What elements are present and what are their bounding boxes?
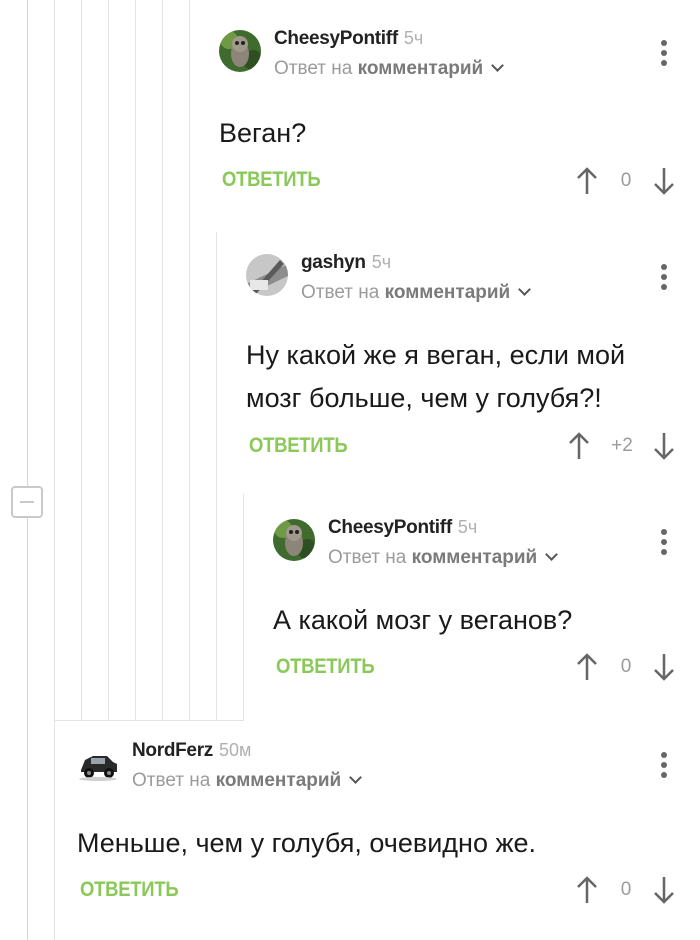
comment-author[interactable]: CheesyPontiff 5ч (274, 28, 423, 50)
reply-to-link[interactable]: Ответ на комментарий (274, 58, 505, 80)
comment-time: 5ч (403, 28, 424, 48)
reply-to-prefix: Ответ на (328, 547, 407, 568)
comment-text: Веган? (219, 112, 306, 155)
thread-line (54, 0, 55, 720)
thread-line (81, 0, 82, 720)
collapse-thread-button[interactable] (11, 486, 43, 518)
reply-to-link[interactable]: Ответ на комментарий (132, 770, 363, 792)
comment-time: 5ч (371, 252, 392, 272)
author-name[interactable]: CheesyPontiff (274, 28, 398, 49)
reply-to-prefix: Ответ на (274, 58, 353, 79)
comment-text-line: Меньше, чем у голубя, очевидно же. (77, 828, 537, 858)
more-vertical-icon[interactable] (660, 752, 668, 780)
vote-score: 0 (620, 879, 632, 900)
reply-to-target[interactable]: комментарий (412, 547, 538, 568)
reply-button[interactable]: ОТВЕТИТЬ (80, 878, 179, 902)
arrow-up-icon[interactable] (575, 652, 599, 682)
photo-avatar-icon (246, 254, 288, 296)
comment: CheesyPontiff 5ч Ответ на комментарий Вег… (219, 28, 689, 200)
thread-line (243, 494, 244, 720)
reply-button[interactable]: ОТВЕТИТЬ (276, 655, 375, 679)
vote-score: 0 (620, 656, 632, 677)
chevron-down-icon[interactable] (545, 548, 559, 561)
thread-line (189, 0, 190, 720)
comment-author[interactable]: CheesyPontiff 5ч (328, 517, 477, 539)
arrow-down-icon[interactable] (652, 652, 676, 682)
vote-score: +2 (611, 435, 633, 456)
comment: NordFerz 50м Ответ на комментарий Меньше,… (77, 740, 690, 912)
more-vertical-icon[interactable] (660, 529, 668, 557)
reply-to-prefix: Ответ на (301, 282, 380, 303)
comment-text: Ну какой же я веган, если мой мозг больш… (246, 334, 625, 420)
comment: CheesyPontiff 5ч Ответ на комментарий А к… (273, 517, 690, 689)
more-vertical-icon[interactable] (660, 40, 668, 68)
arrow-up-icon[interactable] (575, 875, 599, 905)
arrow-down-icon[interactable] (652, 166, 676, 196)
comment-text: Меньше, чем у голубя, очевидно же. (77, 822, 536, 865)
author-name[interactable]: CheesyPontiff (328, 517, 452, 538)
comment: gashyn 5ч Ответ на комментарий Ну какой ж… (246, 252, 690, 464)
avatar[interactable] (273, 519, 315, 561)
arrow-down-icon[interactable] (652, 431, 676, 461)
comment-time: 50м (219, 740, 252, 760)
arrow-up-icon[interactable] (567, 431, 591, 461)
author-name[interactable]: gashyn (301, 252, 366, 273)
reply-to-target[interactable]: комментарий (358, 58, 484, 79)
comment-time: 5ч (457, 517, 478, 537)
owl-avatar-icon (273, 519, 315, 561)
chevron-down-icon[interactable] (491, 59, 505, 72)
avatar[interactable] (246, 254, 288, 296)
thread-line (216, 232, 217, 720)
vote-score: 0 (620, 170, 632, 191)
avatar[interactable] (77, 742, 119, 784)
comment-author[interactable]: gashyn 5ч (301, 252, 391, 274)
reply-to-target[interactable]: комментарий (385, 282, 511, 303)
reply-to-prefix: Ответ на (132, 770, 211, 791)
comment-text-line: Веган? (219, 118, 307, 148)
reply-to-link[interactable]: Ответ на комментарий (328, 547, 559, 569)
reply-to-target[interactable]: комментарий (216, 770, 342, 791)
reply-button[interactable]: ОТВЕТИТЬ (222, 168, 321, 192)
thread-line (27, 0, 28, 486)
chevron-down-icon[interactable] (349, 771, 363, 784)
comment-author[interactable]: NordFerz 50м (132, 740, 251, 762)
reply-to-link[interactable]: Ответ на комментарий (301, 282, 532, 304)
comment-text: А какой мозг у веганов? (273, 599, 572, 642)
owl-avatar-icon (219, 30, 261, 72)
comment-text-line: А какой мозг у веганов? (273, 605, 573, 635)
author-name[interactable]: NordFerz (132, 740, 213, 761)
comment-text-line: мозг больше, чем у голубя?! (246, 383, 602, 413)
thread-line (108, 0, 109, 720)
thread-line (135, 0, 136, 720)
car-avatar-icon (77, 742, 119, 784)
reply-button[interactable]: ОТВЕТИТЬ (249, 434, 348, 458)
arrow-down-icon[interactable] (652, 875, 676, 905)
thread-line (162, 0, 163, 720)
chevron-down-icon[interactable] (518, 283, 532, 296)
comment-text-line: Ну какой же я веган, если мой (246, 340, 626, 370)
arrow-up-icon[interactable] (575, 166, 599, 196)
thread-line (54, 720, 55, 940)
thread-separator (54, 720, 244, 721)
thread-line (27, 518, 28, 940)
avatar[interactable] (219, 30, 261, 72)
more-vertical-icon[interactable] (660, 264, 668, 292)
